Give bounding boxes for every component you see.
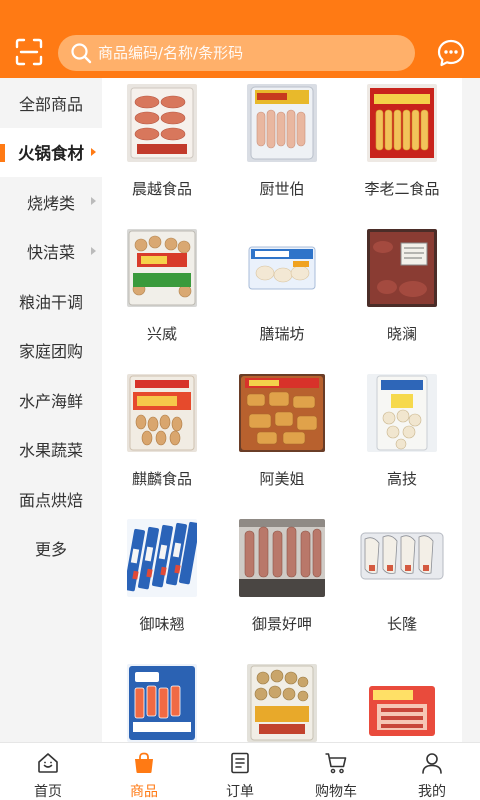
product-thumbnail [367, 374, 437, 452]
sidebar-item[interactable]: 火锅食材 [0, 127, 102, 177]
tab-profile[interactable]: 我的 [384, 743, 480, 800]
sidebar-item-label: 粮油干调 [18, 292, 83, 312]
search-box[interactable] [58, 35, 415, 71]
shopping-bag-icon [135, 752, 153, 773]
sidebar-item[interactable]: 家庭团购 [0, 326, 102, 376]
sidebar-item[interactable]: 快洁菜 [0, 227, 102, 277]
brand-name: 晓澜 [386, 325, 417, 343]
sidebar-item[interactable]: 更多 [0, 524, 102, 574]
product-thumbnail [247, 664, 317, 742]
sidebar-item-label: 火锅食材 [18, 144, 84, 164]
sidebar-item[interactable]: 水果蔬菜 [0, 425, 102, 475]
chat-icon[interactable] [436, 38, 466, 68]
product-thumbnail [367, 664, 437, 742]
brand-card[interactable]: 阿美姐 [222, 368, 342, 514]
brand-card[interactable]: 长隆 [342, 513, 462, 659]
tab-label: 我的 [418, 784, 446, 800]
search-input[interactable] [98, 35, 398, 71]
brand-name: 长隆 [386, 615, 417, 633]
sidebar-item[interactable]: 全部商品 [0, 78, 102, 128]
brand-name: 御味翘 [139, 615, 185, 633]
category-sidebar: 全部商品火锅食材烧烤类快洁菜粮油干调家庭团购水产海鲜水果蔬菜面点烘焙更多 [0, 78, 102, 742]
product-thumbnail [359, 519, 445, 597]
sidebar-item-label: 烧烤类 [26, 193, 75, 213]
product-thumbnail [239, 519, 325, 597]
sidebar-item-label: 家庭团购 [18, 342, 83, 362]
product-thumbnail [127, 84, 197, 162]
brand-card[interactable] [222, 658, 342, 742]
bottom-tab-bar: 首页 商品 订单 购物车 我的 [0, 742, 480, 800]
sidebar-item[interactable]: 粮油干调 [0, 276, 102, 326]
brand-card[interactable]: 厨世伯 [222, 78, 342, 224]
top-bar [0, 0, 480, 78]
brand-name: 李老二食品 [364, 180, 440, 198]
brand-name: 膳瑞坊 [259, 325, 305, 343]
sidebar-item-label: 水产海鲜 [18, 391, 83, 411]
brand-name: 阿美姐 [259, 470, 305, 488]
tab-label: 商品 [130, 784, 158, 800]
brand-card[interactable] [102, 658, 222, 742]
cart-icon [325, 753, 347, 774]
tab-home[interactable]: 首页 [0, 743, 96, 800]
sidebar-item[interactable]: 水产海鲜 [0, 375, 102, 425]
brand-card[interactable]: 兴威 [102, 223, 222, 369]
tab-label: 购物车 [315, 784, 357, 800]
brand-card[interactable]: 膳瑞坊 [222, 223, 342, 369]
brand-name: 御景好呷 [251, 615, 312, 633]
brand-card[interactable]: 晓澜 [342, 223, 462, 369]
product-thumbnail [367, 229, 437, 307]
chevron-right-icon [91, 197, 96, 205]
home-icon [38, 753, 58, 773]
brand-grid-panel: 晨越食品 厨世伯 李老二食品兴威 膳瑞坊 晓澜麒麟食品 阿美姐 高技御味翘 御景好呷 长隆 [102, 78, 480, 742]
brand-card[interactable] [342, 658, 462, 742]
sidebar-item-label: 面点烘焙 [18, 490, 83, 510]
search-icon [71, 43, 92, 64]
active-indicator [0, 143, 5, 162]
scan-icon[interactable] [14, 37, 44, 67]
profile-icon [422, 753, 442, 774]
brand-card[interactable]: 麒麟食品 [102, 368, 222, 514]
sidebar-item-label: 水果蔬菜 [18, 441, 83, 461]
product-thumbnail [127, 374, 197, 452]
product-thumbnail [247, 84, 317, 162]
tab-order-list[interactable]: 订单 [192, 743, 288, 800]
order-list-icon [231, 752, 249, 774]
product-thumbnail [127, 229, 197, 307]
brand-card[interactable]: 李老二食品 [342, 78, 462, 224]
brand-card[interactable]: 高技 [342, 368, 462, 514]
product-thumbnail [127, 664, 197, 742]
tab-shopping-bag[interactable]: 商品 [96, 743, 192, 800]
brand-name: 兴威 [146, 325, 177, 343]
chevron-right-icon [91, 246, 96, 255]
product-thumbnail [127, 519, 197, 597]
app-root: 全部商品火锅食材烧烤类快洁菜粮油干调家庭团购水产海鲜水果蔬菜面点烘焙更多 晨越食… [0, 0, 480, 800]
sidebar-item[interactable]: 烧烤类 [0, 177, 102, 227]
brand-card[interactable]: 御味翘 [102, 513, 222, 659]
sidebar-item[interactable]: 面点烘焙 [0, 474, 102, 524]
chevron-right-icon [91, 147, 96, 156]
sidebar-item-label: 更多 [34, 540, 67, 560]
product-thumbnail [247, 229, 317, 307]
brand-name: 晨越食品 [131, 180, 192, 198]
brand-card[interactable]: 御景好呷 [222, 513, 342, 659]
tab-label: 订单 [226, 784, 254, 800]
scroll-gutter [462, 78, 480, 742]
product-thumbnail [367, 84, 437, 162]
tab-label: 首页 [34, 784, 62, 800]
brand-name: 麒麟食品 [131, 470, 192, 488]
brand-card[interactable]: 晨越食品 [102, 78, 222, 224]
brand-name: 高技 [386, 470, 417, 488]
brand-name: 厨世伯 [259, 180, 305, 198]
product-thumbnail [239, 374, 325, 452]
sidebar-item-label: 快洁菜 [26, 243, 75, 263]
sidebar-item-label: 全部商品 [18, 94, 83, 114]
tab-cart[interactable]: 购物车 [288, 743, 384, 800]
